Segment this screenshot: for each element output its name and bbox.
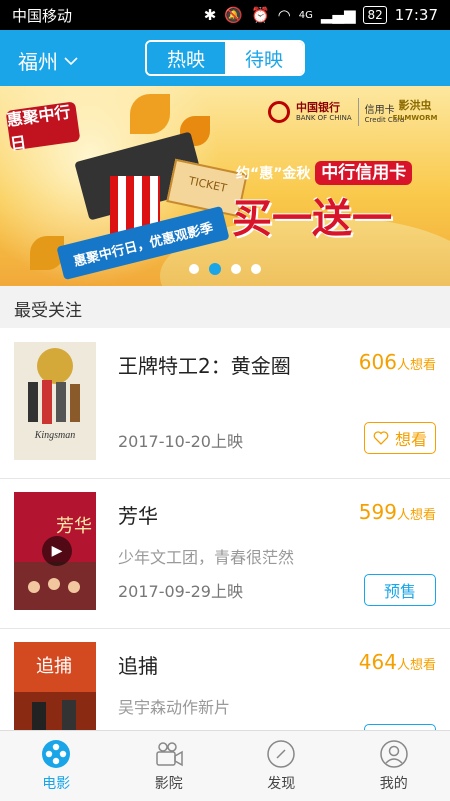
movie-item[interactable]: Kingsman 王牌特工2：黄金圈 606人想看 2017-10-20上映 想… [0, 328, 450, 479]
want-unit: 人想看 [397, 508, 436, 523]
want-unit: 人想看 [397, 358, 436, 373]
want-button[interactable]: 想看 [364, 422, 436, 454]
partner-logo: 影洪虫 FILMWORM [390, 98, 440, 126]
user-icon [379, 739, 409, 769]
tab-now-showing[interactable]: 热映 [147, 42, 225, 74]
want-count: 606人想看 [359, 350, 436, 374]
want-button-label: 想看 [395, 426, 427, 450]
poster-title: 芳华 [56, 516, 92, 536]
heart-icon [373, 431, 389, 445]
movie-item[interactable]: 追捕 追捕 464人想看 吴宇森动作新片 [0, 628, 450, 730]
promo-line: 约“惠”金秋 中行信用卡 [236, 158, 412, 183]
movie-list: Kingsman 王牌特工2：黄金圈 606人想看 2017-10-20上映 想… [0, 328, 450, 730]
tab-profile[interactable]: 我的 [338, 731, 450, 801]
poster-title: Kingsman [34, 430, 76, 441]
partner-name: 影洪虫 [393, 100, 438, 112]
movie-subtitle: 少年文工团，青春很茫然 [118, 544, 294, 568]
want-number: 606 [359, 350, 397, 374]
poster-title: 追捕 [36, 656, 72, 676]
tab-label: 发现 [267, 773, 295, 793]
bluetooth-icon: ✱ [204, 6, 217, 24]
city-selector[interactable]: 福州 [18, 46, 78, 75]
bank-logo-group: 中国银行 BANK OF CHINA 信用卡 Credit Card [268, 98, 404, 126]
bank-name: 中国银行 [296, 102, 352, 114]
want-number: 599 [359, 500, 397, 524]
movie-subtitle: 吴宇森动作新片 [118, 694, 230, 718]
tab-movies[interactable]: 电影 [0, 731, 113, 801]
section-title: 最受关注 [14, 296, 82, 321]
tab-coming-soon[interactable]: 待映 [225, 42, 303, 74]
bottom-tab-bar: 电影 影院 发现 我的 [0, 730, 450, 801]
want-count: 464人想看 [359, 650, 436, 674]
bank-name-en: BANK OF CHINA [296, 114, 352, 122]
movie-title[interactable]: 追捕 [118, 650, 158, 679]
movie-poster[interactable]: Kingsman [14, 342, 96, 460]
banner-pagination[interactable] [0, 264, 450, 275]
tab-label: 电影 [42, 773, 70, 793]
promo-highlight: 中行信用卡 [315, 161, 412, 185]
promo-banner[interactable]: 惠聚中行日 中国银行 BANK OF CHINA 信用卡 Credit Card… [0, 86, 450, 286]
status-bar: 中国移动 ✱ 🔕 ⏰ ◠ 4G ▂▄▆ 82 17:37 [0, 0, 450, 30]
section-header: 最受关注 [0, 286, 450, 328]
compass-icon [266, 739, 296, 769]
chevron-down-icon [64, 56, 78, 66]
bank-logo-icon [268, 101, 290, 123]
movie-tabs: 热映 待映 [145, 40, 305, 76]
network-label: 4G [299, 10, 313, 21]
carrier-label: 中国移动 [12, 5, 72, 26]
release-date: 2017-09-29上映 [118, 578, 243, 602]
signal-icon: ▂▄▆ [321, 6, 356, 24]
pagination-dot-active[interactable] [209, 263, 221, 275]
mute-icon: 🔕 [224, 6, 243, 24]
movie-title[interactable]: 王牌特工2：黄金圈 [118, 350, 291, 379]
want-number: 464 [359, 650, 397, 674]
want-count: 599人想看 [359, 500, 436, 524]
pagination-dot[interactable] [251, 264, 261, 274]
divider [358, 98, 359, 126]
camera-icon [154, 739, 184, 769]
tab-cinemas[interactable]: 影院 [113, 731, 226, 801]
release-date: 2017-10-20上映 [118, 428, 243, 452]
promo-line-text: 约“惠”金秋 [236, 166, 310, 182]
movie-poster[interactable]: 追捕 [14, 642, 96, 730]
movie-title[interactable]: 芳华 [118, 500, 158, 529]
promo-main: 买一送一 [232, 186, 392, 244]
pagination-dot[interactable] [189, 264, 199, 274]
pagination-dot[interactable] [231, 264, 241, 274]
tab-label: 我的 [380, 773, 408, 793]
leaf-decoration [130, 94, 170, 134]
app-header: 福州 热映 待映 [0, 30, 450, 86]
city-label: 福州 [18, 46, 58, 75]
film-reel-icon [41, 739, 71, 769]
tab-discover[interactable]: 发现 [225, 731, 338, 801]
alarm-icon: ⏰ [251, 6, 270, 24]
tab-label: 影院 [155, 773, 183, 793]
play-icon[interactable]: ▶ [42, 536, 72, 566]
banner-tag: 惠聚中行日 [6, 101, 81, 150]
want-unit: 人想看 [397, 658, 436, 673]
presale-button[interactable]: 预售 [364, 574, 436, 606]
partner-name-en: FILMWORM [393, 112, 438, 124]
wifi-icon: ◠ [278, 6, 291, 24]
battery-indicator: 82 [363, 6, 386, 24]
movie-item[interactable]: 芳华 ▶ 芳华 599人想看 少年文工团，青春很茫然 2017-09-29上映 … [0, 478, 450, 629]
clock: 17:37 [395, 6, 438, 24]
